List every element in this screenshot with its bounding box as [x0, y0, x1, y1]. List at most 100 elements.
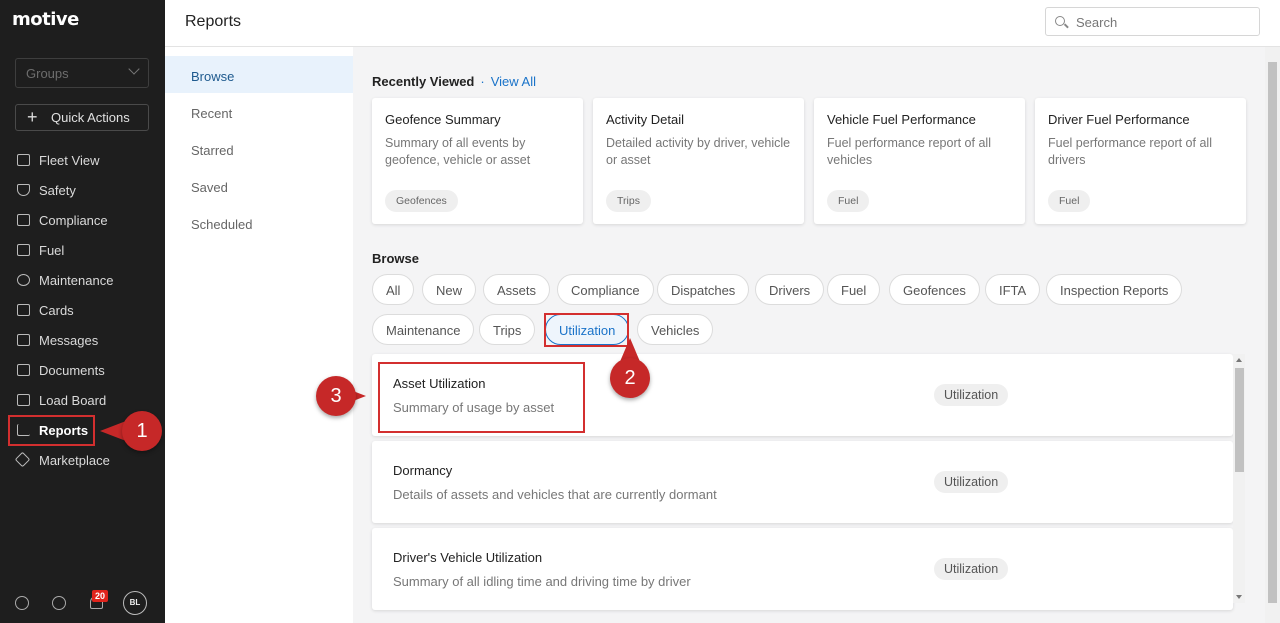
scroll-up-icon[interactable] [1236, 358, 1242, 362]
callout-3: 3 [316, 376, 366, 416]
filter-drivers[interactable]: Drivers [755, 274, 825, 305]
sidebar-item-messages[interactable]: Messages [0, 325, 165, 355]
view-all-link[interactable]: View All [491, 74, 536, 89]
search-icon [1055, 16, 1065, 26]
callout-1: 1 [100, 411, 162, 451]
subnav-item-recent[interactable]: Recent [165, 93, 353, 130]
sidebar-item-compliance[interactable]: Compliance [0, 205, 165, 235]
report-description: Details of assets and vehicles that are … [393, 487, 717, 502]
filter-vehicles[interactable]: Vehicles [637, 314, 714, 345]
sidebar-item-label: Maintenance [39, 273, 114, 288]
sidebar-item-maintenance[interactable]: Maintenance [0, 265, 165, 295]
card-tag: Geofences [385, 190, 458, 212]
scroll-thumb[interactable] [1235, 368, 1244, 472]
callout-number: 3 [316, 376, 356, 416]
subnav-item-scheduled[interactable]: Scheduled [165, 204, 353, 241]
card-description: Fuel performance report of all vehicles [827, 136, 991, 167]
filter-maintenance[interactable]: Maintenance [372, 314, 475, 345]
chat-icon [17, 334, 30, 346]
reports-highlight-box [8, 415, 95, 446]
sidebar-item-label: Load Board [39, 393, 107, 408]
chevron-down-icon [128, 63, 140, 75]
card-title: Driver Fuel Performance [1048, 112, 1190, 127]
shield-icon [17, 184, 30, 196]
sidebar-item-documents[interactable]: Documents [0, 355, 165, 385]
notification-badge: 20 [92, 590, 109, 602]
card-description: Fuel performance report of all drivers [1048, 136, 1212, 167]
filter-all[interactable]: All [372, 274, 415, 305]
scroll-down-icon[interactable] [1236, 595, 1242, 599]
card-title: Activity Detail [606, 112, 685, 127]
document-icon [17, 214, 30, 226]
report-title: Dormancy [393, 463, 453, 478]
recently-viewed-title: Recently Viewed [372, 74, 475, 89]
filter-new[interactable]: New [422, 274, 477, 305]
recent-report-card[interactable]: Geofence Summary Summary of all events b… [372, 98, 583, 224]
sidebar-item-fuel[interactable]: Fuel [0, 235, 165, 265]
help-icon[interactable] [52, 596, 66, 610]
main-content: Recently Viewed · View All Geofence Summar… [353, 47, 1265, 623]
subnav-item-starred[interactable]: Starred [165, 130, 353, 167]
separator-dot: · [480, 74, 485, 89]
card-description: Detailed activity by driver, vehicle or … [606, 136, 791, 167]
recent-report-card[interactable]: Driver Fuel Performance Fuel performance… [1035, 98, 1246, 224]
report-title: Driver's Vehicle Utilization [393, 550, 543, 565]
sidebar-item-label: Fuel [39, 243, 65, 258]
card-tag: Trips [606, 190, 651, 212]
groups-select[interactable]: Groups [15, 58, 149, 88]
search-placeholder: Search [1076, 15, 1118, 30]
page-scrollbar[interactable] [1265, 47, 1280, 623]
report-tag: Utilization [934, 471, 1009, 493]
card-description: Summary of all events by geofence, vehic… [385, 136, 531, 167]
fuel-icon [17, 244, 30, 256]
sidebar-item-fleet-view[interactable]: Fleet View [0, 145, 165, 175]
callout-2: 2 [610, 338, 650, 398]
page-scroll-thumb[interactable] [1268, 62, 1277, 603]
layers-icon [14, 451, 31, 468]
card-icon [17, 304, 30, 316]
filter-dispatches[interactable]: Dispatches [657, 274, 750, 305]
sidebar-item-label: Marketplace [39, 453, 110, 468]
report-tag: Utilization [934, 558, 1009, 580]
page-header: Reports Search [165, 0, 1280, 47]
map-icon [17, 154, 30, 166]
recent-report-card[interactable]: Vehicle Fuel Performance Fuel performanc… [814, 98, 1025, 224]
filter-trips[interactable]: Trips [479, 314, 536, 345]
filter-geofences[interactable]: Geofences [889, 274, 980, 305]
sidebar-item-cards[interactable]: Cards [0, 295, 165, 325]
utilization-highlight-box [544, 313, 629, 347]
sidebar-item-label: Safety [39, 183, 76, 198]
search-input[interactable]: Search [1045, 7, 1260, 36]
truck-icon [17, 394, 30, 406]
avatar[interactable]: BL [123, 591, 147, 615]
motive-logo[interactable]: motive [12, 9, 79, 30]
sidebar-item-label: Compliance [39, 213, 108, 228]
recent-report-card[interactable]: Activity Detail Detailed activity by dri… [593, 98, 804, 224]
quick-actions-button[interactable]: + Quick Actions [15, 104, 149, 131]
sidebar-item-label: Cards [39, 303, 74, 318]
sidebar-item-label: Fleet View [39, 153, 100, 168]
subnav-item-browse[interactable]: Browse [165, 56, 353, 93]
callout-number: 2 [610, 358, 650, 398]
card-tag: Fuel [827, 190, 870, 212]
list-scrollbar[interactable] [1233, 354, 1245, 603]
filter-ifta[interactable]: IFTA [985, 274, 1041, 305]
user-settings-icon[interactable] [15, 596, 29, 610]
filter-fuel[interactable]: Fuel [827, 274, 881, 305]
filter-assets[interactable]: Assets [483, 274, 551, 305]
card-tag: Fuel [1048, 190, 1091, 212]
filter-compliance[interactable]: Compliance [557, 274, 654, 305]
page-title: Reports [185, 13, 242, 30]
recently-viewed-heading: Recently Viewed · View All [372, 74, 536, 89]
report-row[interactable]: Dormancy Details of assets and vehicles … [372, 441, 1233, 523]
asset-utilization-highlight-box [378, 362, 585, 433]
report-row[interactable]: Driver's Vehicle Utilization Summary of … [372, 528, 1233, 610]
browse-heading: Browse [372, 251, 419, 266]
plus-icon: + [27, 107, 38, 127]
filter-inspection-reports[interactable]: Inspection Reports [1046, 274, 1183, 305]
groups-placeholder: Groups [26, 66, 69, 81]
report-description: Summary of all idling time and driving t… [393, 574, 691, 589]
subnav-item-saved[interactable]: Saved [165, 167, 353, 204]
sidebar-footer: 20 BL [0, 588, 165, 618]
sidebar-item-safety[interactable]: Safety [0, 175, 165, 205]
